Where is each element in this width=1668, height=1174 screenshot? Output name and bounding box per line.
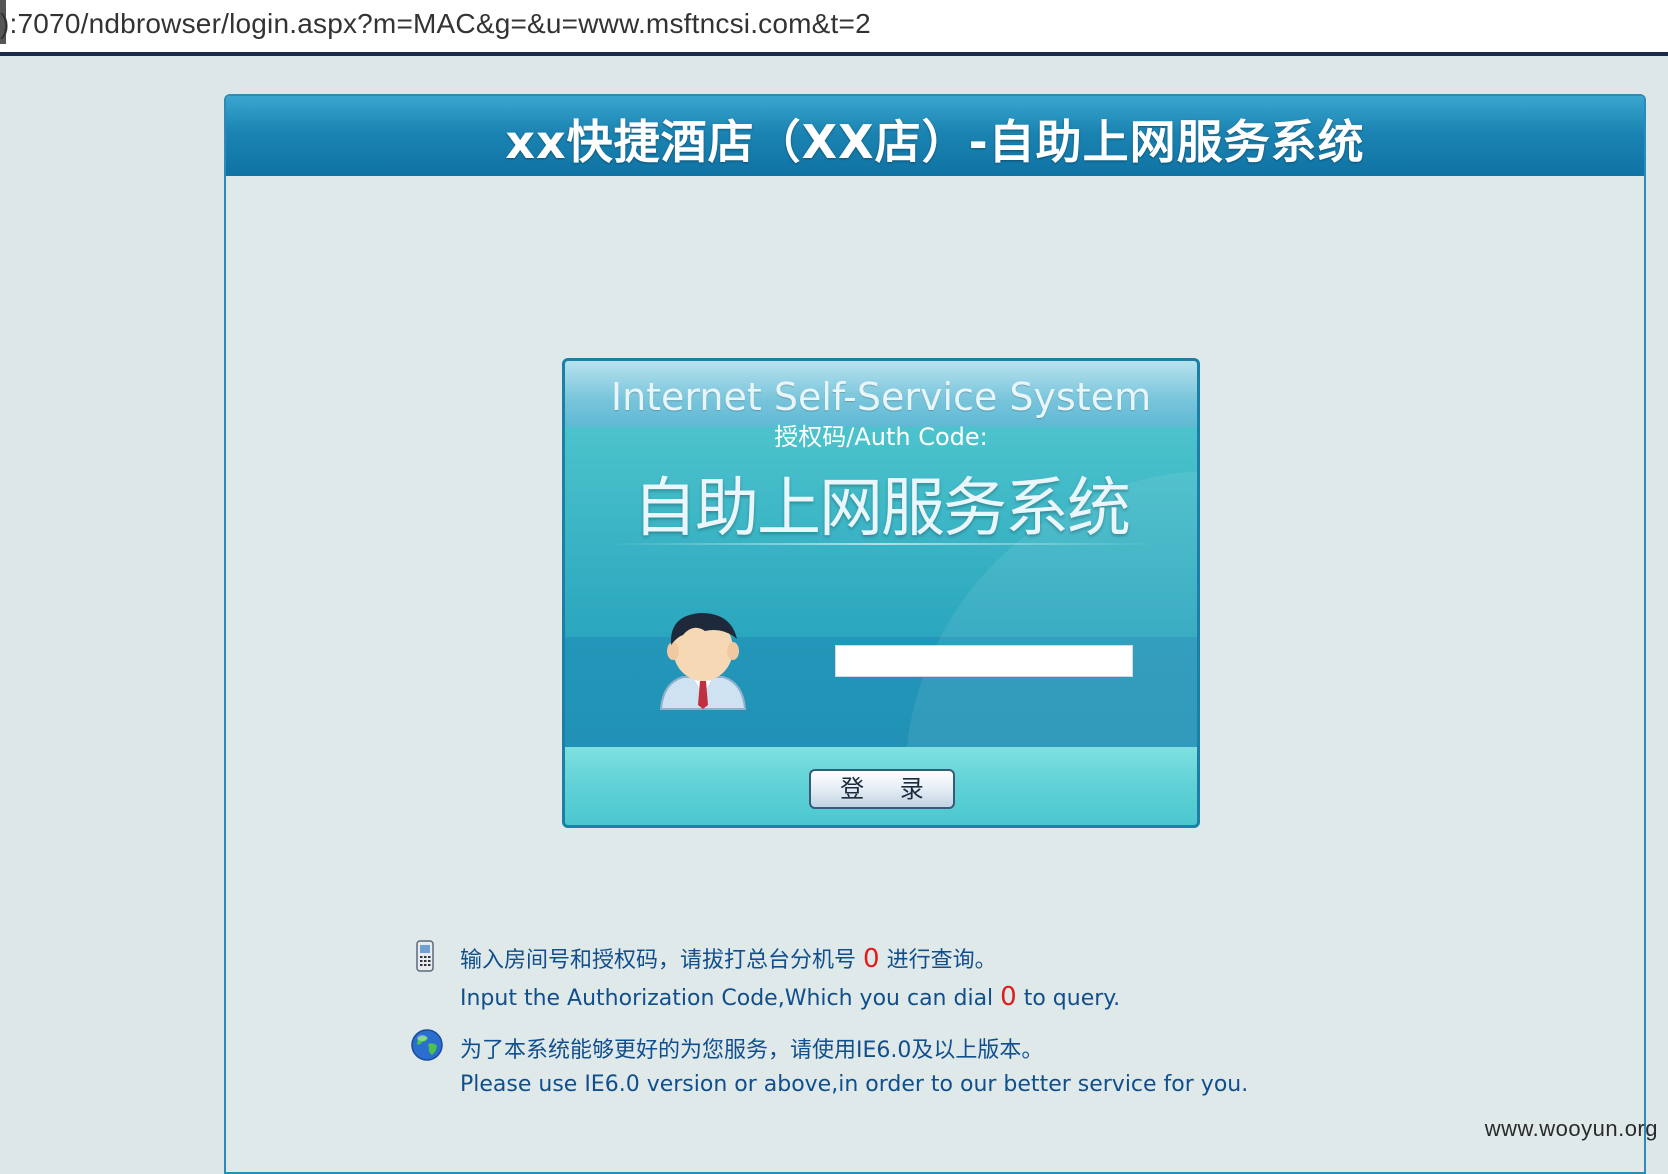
system-heading-cn: 自助上网服务系统: [633, 472, 1131, 546]
info-line-cn-prefix: 输入房间号和授权码，请拔打总台分机号: [460, 948, 857, 973]
url-text[interactable]: ):7070/ndbrowser/login.aspx?m=MAC&g=&u=w…: [0, 8, 871, 40]
login-box: Internet Self-Service System 授权码/Auth Co…: [562, 358, 1200, 828]
mobile-phone-icon: [416, 940, 434, 972]
dial-number-cn: 0: [863, 944, 880, 974]
login-button[interactable]: 登 录: [809, 769, 955, 809]
watermark: www.wooyun.org: [1484, 1116, 1658, 1141]
browser-notice-cn: 为了本系统能够更好的为您服务，请使用IE6.0及以上版本。: [460, 1038, 1044, 1063]
globe-icon: [411, 1029, 443, 1061]
browser-notice-en: Please use IE6.0 version or above,in ord…: [460, 1072, 1249, 1097]
page-title: xx快捷酒店（XX店）-自助上网服务系统: [505, 115, 1365, 169]
info-line-cn: 输入房间号和授权码，请拔打总台分机号 0 进行查询。: [460, 942, 997, 974]
info-line-en: Input the Authorization Code,Which you c…: [460, 982, 1120, 1012]
auth-code-input[interactable]: [835, 645, 1133, 677]
system-heading-en: Internet Self-Service System: [610, 375, 1152, 419]
dial-number-en: 0: [1000, 982, 1017, 1012]
browser-address-bar[interactable]: ):7070/ndbrowser/login.aspx?m=MAC&g=&u=w…: [0, 0, 1668, 56]
heading-divider: [605, 543, 1157, 545]
info-line-en-prefix: Input the Authorization Code,Which you c…: [460, 986, 994, 1011]
info-line-cn-suffix: 进行查询。: [886, 948, 997, 973]
panel-header: xx快捷酒店（XX店）-自助上网服务系统: [226, 96, 1644, 176]
user-avatar-icon: [659, 613, 747, 710]
auth-code-label: 授权码/Auth Code:: [774, 423, 988, 451]
info-line-en-suffix: to query.: [1023, 986, 1121, 1011]
